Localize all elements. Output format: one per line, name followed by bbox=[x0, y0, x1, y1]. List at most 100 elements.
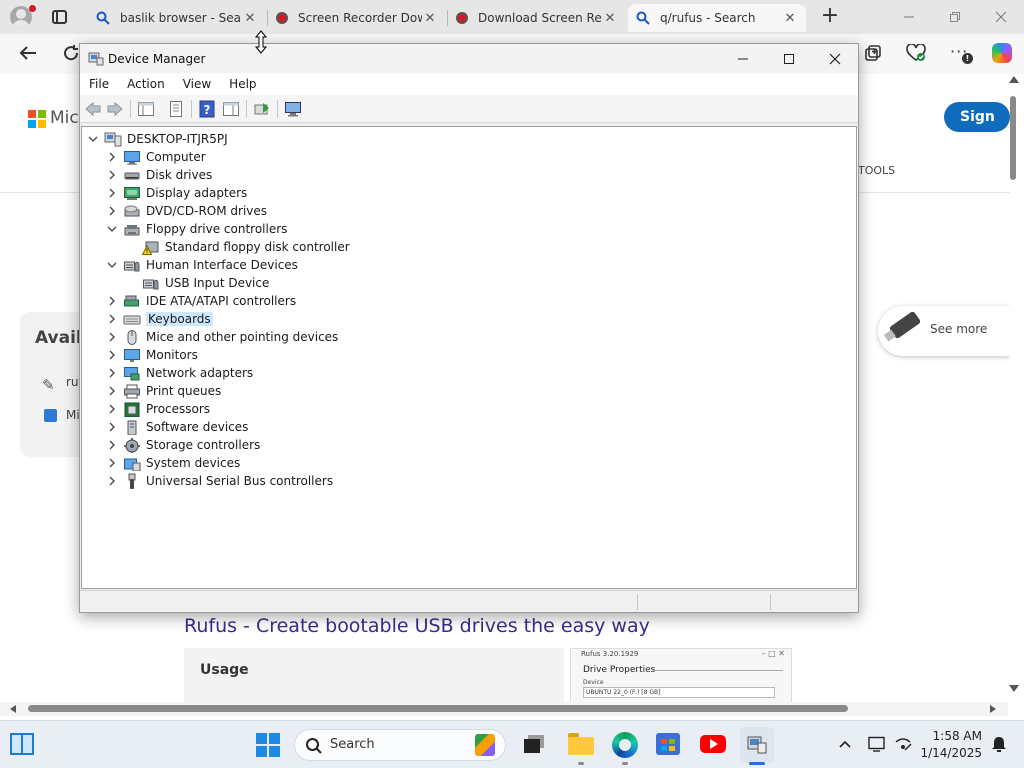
notifications-bell-icon[interactable] bbox=[990, 735, 1008, 753]
edge-browser-icon[interactable] bbox=[612, 732, 638, 758]
new-tab-button[interactable]: + bbox=[818, 4, 842, 30]
action-pane-icon[interactable] bbox=[222, 100, 240, 118]
tab-rufus-search[interactable]: q/rufus - Search ✕ bbox=[628, 4, 806, 32]
dm-minimize-button[interactable] bbox=[720, 44, 766, 73]
rufus-thumbnail[interactable]: Rufus 3.20.1929 – □ ✕ Drive Properties D… bbox=[570, 648, 792, 702]
menu-view[interactable]: View bbox=[174, 77, 220, 91]
device-manager-title-bar[interactable]: Device Manager bbox=[80, 44, 858, 73]
tree-item[interactable]: System devices bbox=[105, 454, 240, 472]
tree-item[interactable]: Mice and other pointing devices bbox=[105, 328, 338, 346]
chevron-right-icon[interactable] bbox=[105, 364, 119, 382]
youtube-icon[interactable] bbox=[700, 735, 726, 753]
menu-file[interactable]: File bbox=[80, 77, 118, 91]
tab-download-screen-recorder[interactable]: Download Screen Recorder ✕ bbox=[448, 4, 626, 32]
chevron-right-icon[interactable] bbox=[105, 328, 119, 346]
refresh-icon[interactable] bbox=[62, 44, 80, 62]
back-arrow-icon[interactable] bbox=[84, 100, 102, 118]
clock-time[interactable]: 1:58 AM bbox=[926, 729, 982, 743]
show-hide-console-tree-icon[interactable] bbox=[137, 100, 155, 118]
tree-child-item[interactable]: USB Input Device bbox=[142, 274, 269, 292]
scroll-down-icon[interactable] bbox=[1009, 685, 1019, 692]
sign-in-button[interactable]: Sign in bbox=[944, 102, 1010, 155]
tab-actions-icon[interactable] bbox=[52, 10, 67, 24]
see-more-card[interactable]: See more bbox=[878, 306, 1010, 356]
horizontal-scrollbar[interactable] bbox=[0, 702, 1008, 716]
tree-item[interactable]: Software devices bbox=[105, 418, 248, 436]
network-off-icon[interactable] bbox=[894, 736, 912, 752]
tree-item[interactable]: Display adapters bbox=[105, 184, 247, 202]
tree-item[interactable]: Disk drives bbox=[105, 166, 212, 184]
chevron-right-icon[interactable] bbox=[105, 472, 119, 490]
chevron-down-icon[interactable] bbox=[86, 130, 100, 148]
tree-item[interactable]: Monitors bbox=[105, 346, 198, 364]
close-tab-icon[interactable]: ✕ bbox=[602, 11, 618, 26]
chevron-right-icon[interactable] bbox=[105, 454, 119, 472]
chevron-right-icon[interactable] bbox=[105, 346, 119, 364]
scroll-up-icon[interactable] bbox=[1009, 76, 1019, 83]
chevron-right-icon[interactable] bbox=[105, 310, 119, 328]
tree-item[interactable]: Universal Serial Bus controllers bbox=[105, 472, 333, 490]
store-link[interactable]: Mi bbox=[66, 408, 80, 422]
chevron-right-icon[interactable] bbox=[105, 148, 119, 166]
browser-restore-button[interactable] bbox=[932, 0, 978, 34]
display-icon[interactable] bbox=[868, 736, 886, 752]
help-icon[interactable]: ? bbox=[198, 100, 216, 118]
menu-action[interactable]: Action bbox=[118, 77, 174, 91]
collections-icon[interactable] bbox=[864, 44, 882, 62]
widgets-icon[interactable] bbox=[10, 733, 34, 755]
tree-item[interactable]: Network adapters bbox=[105, 364, 253, 382]
close-tab-icon[interactable]: ✕ bbox=[782, 11, 798, 26]
chevron-right-icon[interactable] bbox=[105, 418, 119, 436]
tree-item[interactable]: Storage controllers bbox=[105, 436, 260, 454]
browser-minimize-button[interactable] bbox=[886, 0, 932, 34]
tree-item[interactable]: Computer bbox=[105, 148, 206, 166]
tree-item[interactable]: Keyboards bbox=[105, 310, 213, 328]
scroll-left-icon[interactable] bbox=[10, 705, 16, 713]
tree-item[interactable]: DVD/CD-ROM drives bbox=[105, 202, 267, 220]
tab-screen-recorder-download[interactable]: Screen Recorder Download ✕ bbox=[268, 4, 446, 32]
chevron-right-icon[interactable] bbox=[105, 202, 119, 220]
tree-child-item[interactable]: Standard floppy disk controller bbox=[142, 238, 350, 256]
device-manager-taskbar-icon[interactable] bbox=[740, 727, 774, 763]
tree-item[interactable]: Floppy drive controllers bbox=[105, 220, 287, 238]
chevron-right-icon[interactable] bbox=[105, 184, 119, 202]
result-title-link[interactable]: Rufus - Create bootable USB drives the e… bbox=[184, 615, 650, 637]
properties-icon[interactable] bbox=[167, 100, 185, 118]
vertical-scroll-thumb[interactable] bbox=[1010, 96, 1016, 180]
show-hidden-icons-chevron[interactable] bbox=[838, 737, 852, 751]
tree-item[interactable]: IDE ATA/ATAPI controllers bbox=[105, 292, 296, 310]
copilot-icon[interactable] bbox=[992, 43, 1012, 63]
tree-item[interactable]: Human Interface Devices bbox=[105, 256, 298, 274]
task-view-icon[interactable] bbox=[524, 735, 544, 753]
microsoft-store-icon[interactable] bbox=[656, 733, 680, 755]
taskbar-search-box[interactable]: Search bbox=[294, 729, 506, 761]
chevron-right-icon[interactable] bbox=[105, 382, 119, 400]
chevron-right-icon[interactable] bbox=[105, 400, 119, 418]
browser-close-button[interactable] bbox=[978, 0, 1024, 34]
menu-help[interactable]: Help bbox=[220, 77, 265, 91]
back-arrow-icon[interactable] bbox=[18, 44, 38, 62]
scan-hardware-icon[interactable] bbox=[284, 100, 302, 118]
dm-maximize-button[interactable] bbox=[766, 44, 812, 73]
file-explorer-icon[interactable] bbox=[568, 733, 594, 755]
clock-date[interactable]: 1/14/2025 bbox=[918, 746, 982, 760]
scroll-right-icon[interactable] bbox=[990, 705, 996, 713]
tree-item[interactable]: Processors bbox=[105, 400, 210, 418]
chevron-down-icon[interactable] bbox=[105, 256, 119, 274]
horizontal-scroll-thumb[interactable] bbox=[28, 705, 848, 712]
chevron-down-icon[interactable] bbox=[105, 220, 119, 238]
browser-essentials-icon[interactable] bbox=[906, 44, 926, 62]
forward-arrow-icon[interactable] bbox=[106, 100, 124, 118]
close-tab-icon[interactable]: ✕ bbox=[242, 11, 258, 26]
tools-label[interactable]: TOOLS bbox=[858, 164, 895, 177]
chevron-right-icon[interactable] bbox=[105, 292, 119, 310]
chevron-right-icon[interactable] bbox=[105, 166, 119, 184]
dm-close-button[interactable] bbox=[812, 44, 858, 73]
start-button[interactable] bbox=[256, 733, 280, 757]
tab-baslik-search[interactable]: baslik browser - Search ✕ bbox=[88, 4, 266, 32]
tree-item[interactable]: Print queues bbox=[105, 382, 221, 400]
tree-root[interactable]: DESKTOP-ITJR5PJ bbox=[86, 130, 228, 148]
vertical-scrollbar[interactable] bbox=[1008, 74, 1020, 702]
close-tab-icon[interactable]: ✕ bbox=[422, 11, 438, 26]
chevron-right-icon[interactable] bbox=[105, 436, 119, 454]
